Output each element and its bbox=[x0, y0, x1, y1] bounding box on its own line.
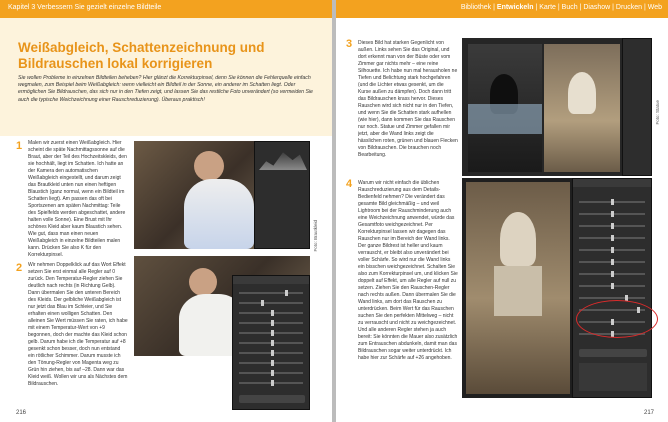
slider-saturation[interactable] bbox=[239, 360, 303, 366]
page-title: Weißabgleich, Schattenzeichnung und Bild… bbox=[18, 40, 265, 71]
right-header-bar: Bibliothek | Entwickeln | Karte | Buch |… bbox=[336, 0, 668, 18]
statue-pedestal bbox=[494, 266, 542, 316]
step-4-number: 4 bbox=[346, 178, 353, 190]
slider-saturation[interactable] bbox=[579, 283, 645, 289]
slider-tint[interactable] bbox=[579, 211, 645, 217]
slider-highlights[interactable] bbox=[579, 247, 645, 253]
slider-shadows[interactable] bbox=[239, 340, 303, 346]
step-3-text: Dieses Bild hat starken Gegenlicht von a… bbox=[358, 40, 458, 158]
slider-shadows[interactable] bbox=[579, 259, 645, 265]
module-book[interactable]: Buch bbox=[562, 4, 578, 11]
step-1-number: 1 bbox=[16, 140, 23, 152]
brush-settings[interactable] bbox=[239, 395, 305, 403]
window-light bbox=[468, 104, 542, 134]
module-web[interactable]: Web bbox=[648, 4, 662, 11]
histogram-panel bbox=[254, 141, 310, 249]
chapter-header: Kapitel 3 Verbessern Sie gezielt einzeln… bbox=[8, 4, 162, 11]
slider-clarity[interactable] bbox=[239, 350, 303, 356]
step-3-number: 3 bbox=[346, 38, 353, 50]
left-page-number: 216 bbox=[16, 410, 27, 416]
bride-head bbox=[189, 268, 217, 296]
corrected-view bbox=[544, 44, 620, 172]
slider-clarity[interactable] bbox=[579, 271, 645, 277]
slider-highlights[interactable] bbox=[239, 330, 303, 336]
panel-header bbox=[573, 179, 651, 187]
slider-exposure[interactable] bbox=[579, 223, 645, 229]
slider-contrast[interactable] bbox=[239, 320, 303, 326]
module-map[interactable]: Karte bbox=[539, 4, 556, 11]
step-4-text: Warum wir nicht einfach die üblichen Rau… bbox=[358, 180, 458, 361]
statue-figure bbox=[500, 212, 536, 266]
slider-tint[interactable] bbox=[239, 300, 303, 306]
color-swatch[interactable] bbox=[579, 349, 647, 357]
adjustment-brush-panel bbox=[232, 275, 310, 410]
slider-temperature[interactable] bbox=[239, 290, 303, 296]
module-slideshow[interactable]: Diashow bbox=[583, 4, 610, 11]
slider-temperature[interactable] bbox=[579, 199, 645, 205]
statue-noise-photo bbox=[462, 178, 652, 398]
left-sidenote: Foto: Brautkleid bbox=[313, 220, 318, 252]
step-1-text: Malen wir zuerst einen Weißabgleich. Hie… bbox=[28, 140, 127, 258]
slider-sharpness[interactable] bbox=[239, 370, 303, 376]
left-header-bar: Kapitel 3 Verbessern Sie gezielt einzeln… bbox=[0, 0, 332, 18]
annotation-circle bbox=[576, 300, 658, 338]
step-2-number: 2 bbox=[16, 262, 23, 274]
statue-wall-view bbox=[466, 182, 570, 394]
module-print[interactable]: Drucken bbox=[616, 4, 642, 11]
panel-header bbox=[233, 276, 309, 284]
intro-text: Sie wollen Probleme in einzelnen Bildtei… bbox=[18, 75, 313, 103]
brush-settings[interactable] bbox=[579, 363, 647, 391]
histogram bbox=[259, 152, 307, 170]
right-page-number: 217 bbox=[643, 410, 654, 416]
noise-adjust-panel bbox=[572, 178, 652, 398]
step-2-text: Wir nehmen Doppelklick auf das Wort Effe… bbox=[28, 262, 128, 387]
slider-noise[interactable] bbox=[239, 380, 303, 386]
bride-head bbox=[194, 151, 224, 181]
wedding-dress bbox=[184, 179, 254, 249]
slider-exposure[interactable] bbox=[239, 310, 303, 316]
statue-bright bbox=[568, 72, 596, 114]
module-develop[interactable]: Entwickeln bbox=[497, 4, 534, 11]
left-page: Kapitel 3 Verbessern Sie gezielt einzeln… bbox=[0, 0, 332, 422]
histogram-side-panel bbox=[622, 38, 652, 176]
right-page: Bibliothek | Entwickeln | Karte | Buch |… bbox=[336, 0, 668, 422]
right-sidenote: Foto: Statue bbox=[655, 100, 660, 125]
statue-before-after bbox=[462, 38, 652, 176]
original-view bbox=[468, 44, 542, 172]
module-library[interactable]: Bibliothek bbox=[461, 4, 491, 11]
bride-photo-1 bbox=[134, 141, 310, 249]
module-picker: Bibliothek | Entwickeln | Karte | Buch |… bbox=[460, 4, 662, 11]
slider-sharpness[interactable] bbox=[579, 295, 645, 301]
slider-contrast[interactable] bbox=[579, 235, 645, 241]
